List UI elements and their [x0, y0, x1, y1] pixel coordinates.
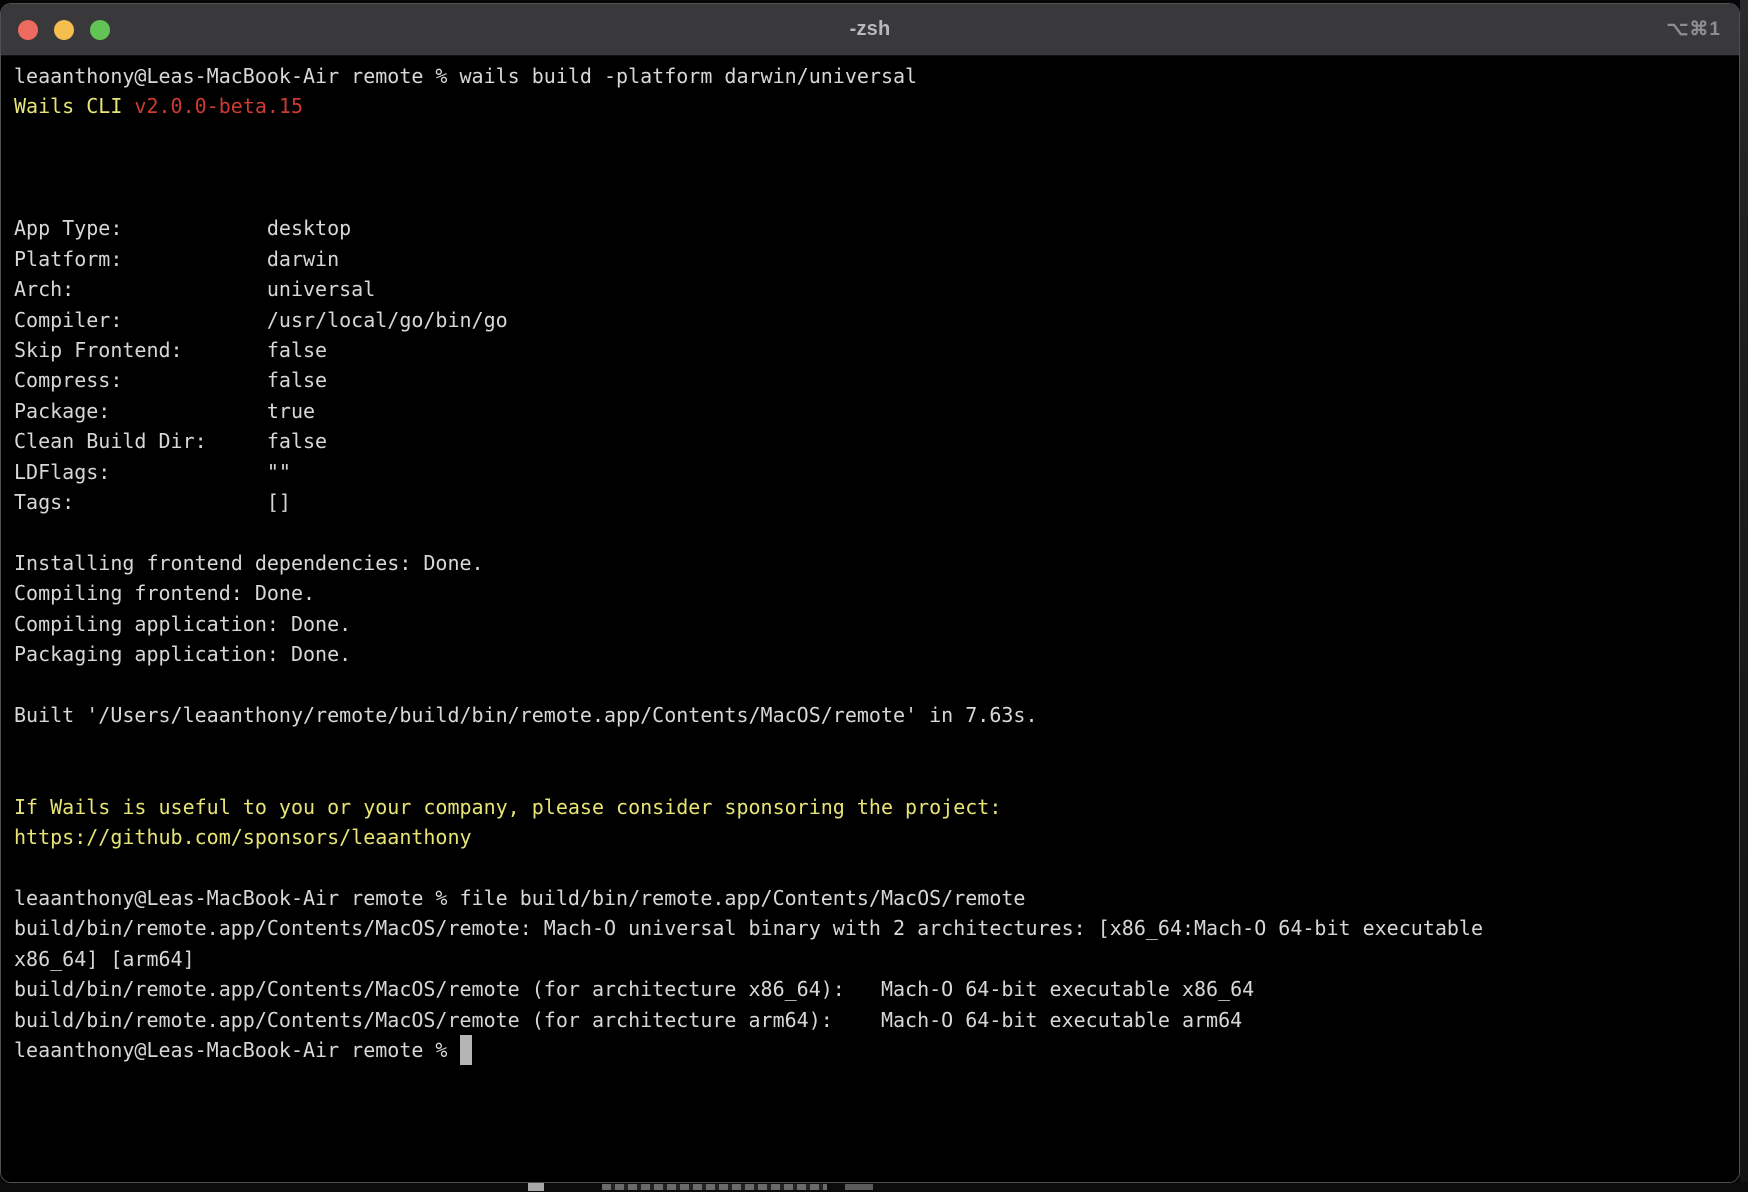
- terminal-cursor: [460, 1035, 472, 1065]
- terminal-window: -zsh ⌥⌘1 leaanthony@Leas-MacBook-Air rem…: [0, 3, 1740, 1183]
- minimize-button[interactable]: [54, 20, 74, 40]
- terminal-text-segment: leaanthony@Leas-MacBook-Air remote % fil…: [14, 886, 1025, 910]
- close-button[interactable]: [18, 20, 38, 40]
- terminal-line: Packaging application: Done.: [14, 639, 1739, 669]
- terminal-line: [14, 852, 1739, 882]
- terminal-line: https://github.com/sponsors/leaanthony: [14, 822, 1739, 852]
- terminal-text-segment: Compress: false: [14, 368, 327, 392]
- terminal-text-segment: Installing frontend dependencies: Done.: [14, 551, 484, 575]
- terminal-line: leaanthony@Leas-MacBook-Air remote % fil…: [14, 883, 1739, 913]
- terminal-line: [14, 761, 1739, 791]
- terminal-line: Package: true: [14, 396, 1739, 426]
- terminal-line: Wails CLI v2.0.0-beta.15: [14, 91, 1739, 121]
- terminal-text-segment: leaanthony@Leas-MacBook-Air remote % wai…: [14, 64, 917, 88]
- terminal-text-segment: LDFlags: "": [14, 460, 291, 484]
- background-window-fragment: [845, 1184, 873, 1190]
- terminal-text-segment: x86_64] [arm64]: [14, 947, 195, 971]
- terminal-text-segment: v2.0.0-beta.15: [134, 94, 303, 118]
- terminal-text-segment: Packaging application: Done.: [14, 642, 351, 666]
- terminal-text-segment: Built '/Users/leaanthony/remote/build/bi…: [14, 703, 1038, 727]
- terminal-line: [14, 152, 1739, 182]
- terminal-line: build/bin/remote.app/Contents/MacOS/remo…: [14, 913, 1739, 943]
- zoom-button[interactable]: [90, 20, 110, 40]
- terminal-output[interactable]: leaanthony@Leas-MacBook-Air remote % wai…: [1, 56, 1739, 1182]
- terminal-line: [14, 670, 1739, 700]
- terminal-line: LDFlags: "": [14, 457, 1739, 487]
- tab-shortcut-badge: ⌥⌘1: [1667, 4, 1721, 55]
- window-title: -zsh: [1, 18, 1739, 41]
- terminal-text-segment: Clean Build Dir: false: [14, 429, 327, 453]
- terminal-line: Compiler: /usr/local/go/bin/go: [14, 305, 1739, 335]
- terminal-line: Compiling frontend: Done.: [14, 578, 1739, 608]
- terminal-line: [14, 122, 1739, 152]
- terminal-text-segment: Arch: universal: [14, 277, 375, 301]
- terminal-text-segment: build/bin/remote.app/Contents/MacOS/remo…: [14, 916, 1483, 940]
- desktop-background: -zsh ⌥⌘1 leaanthony@Leas-MacBook-Air rem…: [0, 0, 1748, 1192]
- terminal-text-segment: https://github.com/sponsors/leaanthony: [14, 825, 472, 849]
- terminal-line: Platform: darwin: [14, 244, 1739, 274]
- terminal-line: Clean Build Dir: false: [14, 426, 1739, 456]
- terminal-text-segment: leaanthony@Leas-MacBook-Air remote %: [14, 1038, 460, 1062]
- titlebar[interactable]: -zsh ⌥⌘1: [1, 4, 1739, 56]
- terminal-line: Compress: false: [14, 365, 1739, 395]
- background-window-right-sliver: [1740, 0, 1748, 1192]
- terminal-text-segment: Package: true: [14, 399, 315, 423]
- terminal-line: Installing frontend dependencies: Done.: [14, 548, 1739, 578]
- terminal-text-segment: Wails CLI: [14, 94, 134, 118]
- terminal-text-segment: Compiling application: Done.: [14, 612, 351, 636]
- terminal-line: leaanthony@Leas-MacBook-Air remote % wai…: [14, 61, 1739, 91]
- background-window-fragment: [528, 1183, 544, 1191]
- terminal-text-segment: Compiler: /usr/local/go/bin/go: [14, 308, 508, 332]
- traffic-lights: [18, 4, 110, 55]
- terminal-line: [14, 183, 1739, 213]
- terminal-line: [14, 731, 1739, 761]
- terminal-line: Tags: []: [14, 487, 1739, 517]
- terminal-text-segment: Skip Frontend: false: [14, 338, 327, 362]
- background-window-fragment: [602, 1184, 827, 1190]
- terminal-line: Compiling application: Done.: [14, 609, 1739, 639]
- terminal-line: build/bin/remote.app/Contents/MacOS/remo…: [14, 974, 1739, 1004]
- terminal-line: Built '/Users/leaanthony/remote/build/bi…: [14, 700, 1739, 730]
- terminal-line: build/bin/remote.app/Contents/MacOS/remo…: [14, 1005, 1739, 1035]
- terminal-line: leaanthony@Leas-MacBook-Air remote %: [14, 1035, 1739, 1065]
- terminal-text-segment: build/bin/remote.app/Contents/MacOS/remo…: [14, 1008, 1242, 1032]
- terminal-line: Skip Frontend: false: [14, 335, 1739, 365]
- terminal-text-segment: If Wails is useful to you or your compan…: [14, 795, 1001, 819]
- terminal-text-segment: App Type: desktop: [14, 216, 351, 240]
- terminal-line: Arch: universal: [14, 274, 1739, 304]
- terminal-text-segment: Tags: []: [14, 490, 291, 514]
- terminal-text-segment: Compiling frontend: Done.: [14, 581, 315, 605]
- terminal-line: [14, 518, 1739, 548]
- terminal-text-segment: Platform: darwin: [14, 247, 339, 271]
- terminal-text-segment: build/bin/remote.app/Contents/MacOS/remo…: [14, 977, 1254, 1001]
- terminal-line: If Wails is useful to you or your compan…: [14, 792, 1739, 822]
- terminal-line: x86_64] [arm64]: [14, 944, 1739, 974]
- background-window-bottom-sliver: [0, 1182, 1748, 1192]
- terminal-line: App Type: desktop: [14, 213, 1739, 243]
